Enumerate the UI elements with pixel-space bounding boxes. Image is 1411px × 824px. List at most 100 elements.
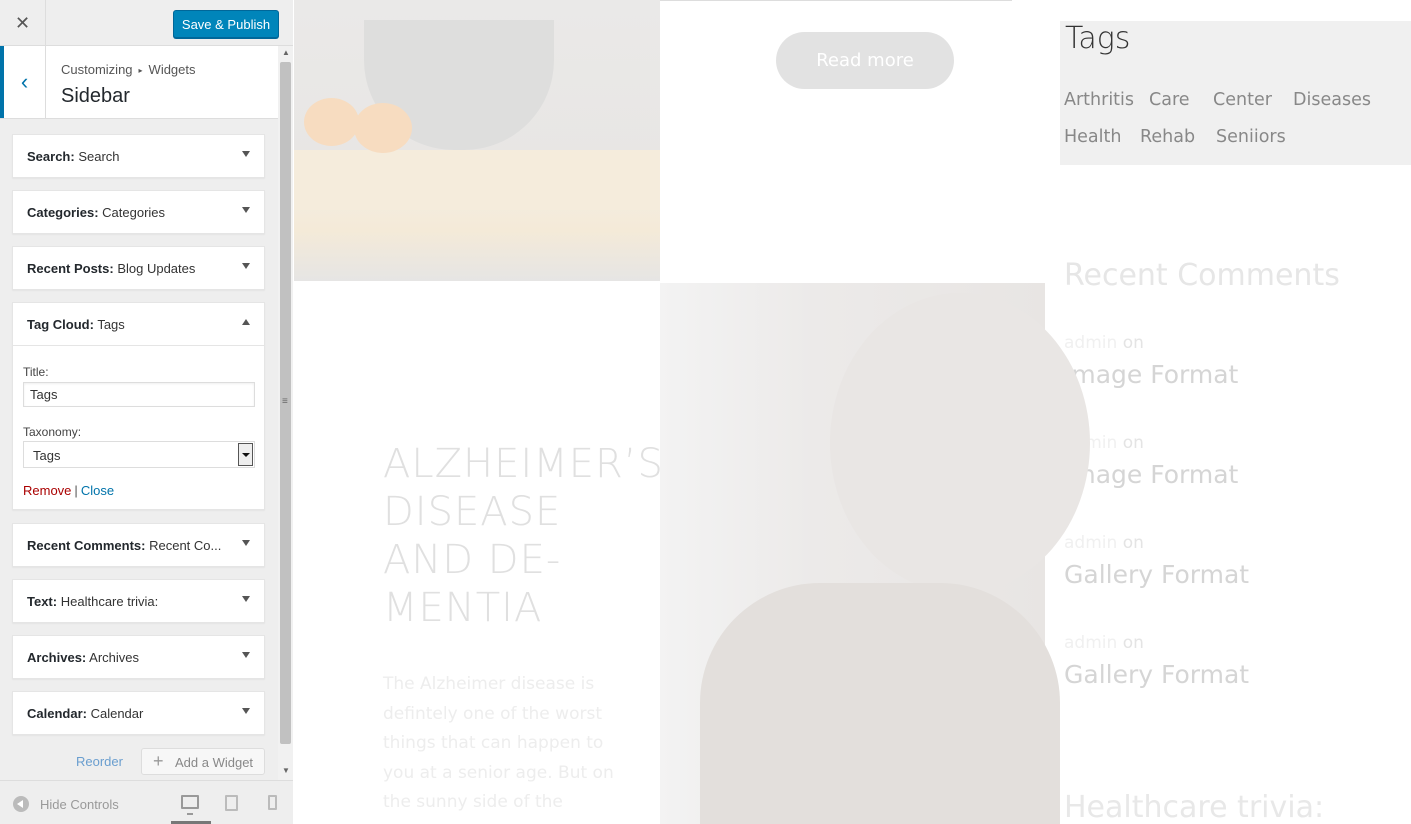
breadcrumb-widgets: Widgets [148, 62, 196, 77]
widget-actions: Remove | Close [23, 483, 114, 498]
food-tray-image [294, 0, 660, 281]
widget-type: Recent Posts: [27, 261, 114, 276]
widget-type: Text: [27, 594, 58, 609]
widget-type: Calendar: [27, 706, 87, 721]
comment-author[interactable]: admin [1064, 633, 1117, 653]
title-field[interactable] [23, 382, 255, 407]
widget-type: Recent Comments: [27, 538, 146, 553]
senior-woman-image [660, 283, 1090, 824]
plus-icon: + [153, 751, 164, 771]
breadcrumb-separator-icon: ▸ [138, 66, 143, 75]
widget-type: Tag Cloud: [27, 317, 94, 332]
tag-link[interactable]: Seniiors [1216, 127, 1286, 147]
add-widget-button[interactable]: + Add a Widget [141, 748, 265, 775]
widget-tag-cloud: Tag Cloud: Tags Title: Taxonomy: Tags Re… [12, 302, 265, 510]
taxonomy-select[interactable]: Tags [23, 441, 255, 468]
widget-title: Blog Updates [117, 261, 196, 276]
divider [660, 0, 1012, 1]
comment-meta: admin on [1064, 533, 1144, 553]
breadcrumb-customizing: Customizing [61, 62, 133, 77]
taxonomy-label: Taxonomy: [23, 425, 82, 439]
comment-post-link[interactable]: Image Format [1064, 360, 1238, 389]
scroll-down-icon[interactable]: ▼ [282, 766, 290, 775]
collapse-arrow-icon[interactable] [242, 319, 250, 325]
expand-arrow-icon[interactable] [242, 540, 250, 546]
orange-shape [354, 103, 412, 153]
breadcrumb: Customizing ▸ Widgets [61, 62, 196, 77]
widget-search[interactable]: Search: Search [12, 134, 265, 178]
widget-type: Categories: [27, 205, 99, 220]
widget-title: Archives [89, 650, 140, 665]
widget-recent-posts[interactable]: Recent Posts: Blog Updates [12, 246, 265, 290]
chevron-left-icon: ‹ [20, 69, 29, 94]
comment-post-link[interactable]: Gallery Format [1064, 560, 1249, 589]
widget-archives[interactable]: Archives: Archives [12, 635, 265, 679]
expand-arrow-icon[interactable] [242, 207, 250, 213]
tags-widget: Tags Arthritis Care Center Diseases Heal… [1060, 21, 1411, 165]
comment-meta: admin on [1064, 633, 1144, 653]
section-header: ‹ Customizing ▸ Widgets Sidebar [0, 46, 278, 119]
widget-title: Recent Co... [149, 538, 222, 553]
recent-comments-title: Recent Comments [1064, 258, 1340, 293]
tag-link[interactable]: Center [1213, 90, 1272, 110]
widget-type: Archives: [27, 650, 87, 665]
reorder-link[interactable]: Reorder [76, 754, 123, 769]
tags-widget-title: Tags [1065, 21, 1131, 56]
widget-title: Search [78, 149, 120, 164]
remove-link[interactable]: Remove [23, 483, 71, 498]
mobile-preview-icon[interactable] [268, 795, 277, 810]
tag-link[interactable]: Arthritis [1064, 90, 1134, 110]
post-excerpt: The Alzheimer disease is defintely one o… [383, 674, 614, 812]
scroll-up-icon[interactable]: ▲ [282, 48, 290, 57]
head-shape [830, 293, 1090, 593]
widget-recent-comments[interactable]: Recent Comments: Recent Co... [12, 523, 265, 567]
tag-link[interactable]: Health [1064, 127, 1121, 147]
expand-arrow-icon[interactable] [242, 263, 250, 269]
widget-categories[interactable]: Categories: Categories [12, 190, 265, 234]
healthcare-trivia-title: Healthcare trivia: [1064, 790, 1325, 824]
comment-author[interactable]: admin [1064, 333, 1117, 353]
action-separator: | [74, 483, 78, 498]
widget-title: Healthcare trivia: [60, 594, 159, 609]
save-publish-button[interactable]: Save & Publish [173, 10, 279, 38]
customizer-footer: Hide Controls [0, 780, 293, 824]
title-label: Title: [23, 365, 49, 379]
tag-link[interactable]: Rehab [1140, 127, 1195, 147]
close-link[interactable]: Close [81, 483, 114, 498]
tag-link[interactable]: Care [1149, 90, 1190, 110]
hide-controls-icon[interactable] [13, 796, 29, 812]
comment-post-link[interactable]: Image Format [1064, 460, 1238, 489]
widget-title: Categories [102, 205, 166, 220]
hide-controls-button[interactable]: Hide Controls [40, 797, 119, 812]
expand-arrow-icon[interactable] [242, 596, 250, 602]
close-customizer-button[interactable]: ✕ [0, 0, 46, 46]
desktop-preview-icon[interactable] [181, 795, 199, 815]
customizer-panel: ✕ Save & Publish ‹ Customizing ▸ Widgets S… [0, 0, 293, 824]
tablet-preview-icon[interactable] [225, 795, 238, 811]
widget-calendar[interactable]: Calendar: Calendar [12, 691, 265, 735]
site-preview: Read more Tags Arthritis Care Center Dis… [293, 0, 1411, 824]
dropdown-arrow-icon[interactable] [238, 443, 253, 466]
widget-title: Tags [97, 317, 125, 332]
post-title[interactable]: ALZHEIMER’S DISEASE AND DE- MENTIA [383, 440, 663, 632]
widget-type: Search: [27, 149, 75, 164]
tag-link[interactable]: Diseases [1293, 90, 1371, 110]
customizer-header: ✕ Save & Publish [0, 0, 293, 46]
close-icon: ✕ [14, 12, 31, 33]
expand-arrow-icon[interactable] [242, 151, 250, 157]
resize-grip-icon[interactable]: ≡ [282, 396, 288, 407]
expand-arrow-icon[interactable] [242, 708, 250, 714]
widget-tag-cloud-header[interactable]: Tag Cloud: Tags [13, 303, 264, 346]
comment-author[interactable]: admin [1064, 533, 1117, 553]
back-button[interactable]: ‹ [0, 46, 46, 118]
comment-post-link[interactable]: Gallery Format [1064, 660, 1249, 689]
widget-title: Calendar [90, 706, 144, 721]
comment-on: on [1122, 633, 1144, 653]
tray-shape [294, 150, 660, 210]
panel-scrollbar[interactable]: ▲ ▼ [278, 46, 293, 780]
expand-arrow-icon[interactable] [242, 652, 250, 658]
widget-text[interactable]: Text: Healthcare trivia: [12, 579, 265, 623]
read-more-button[interactable]: Read more [776, 32, 954, 89]
comment-meta: admin on [1064, 333, 1144, 353]
body-shape [700, 583, 1060, 824]
